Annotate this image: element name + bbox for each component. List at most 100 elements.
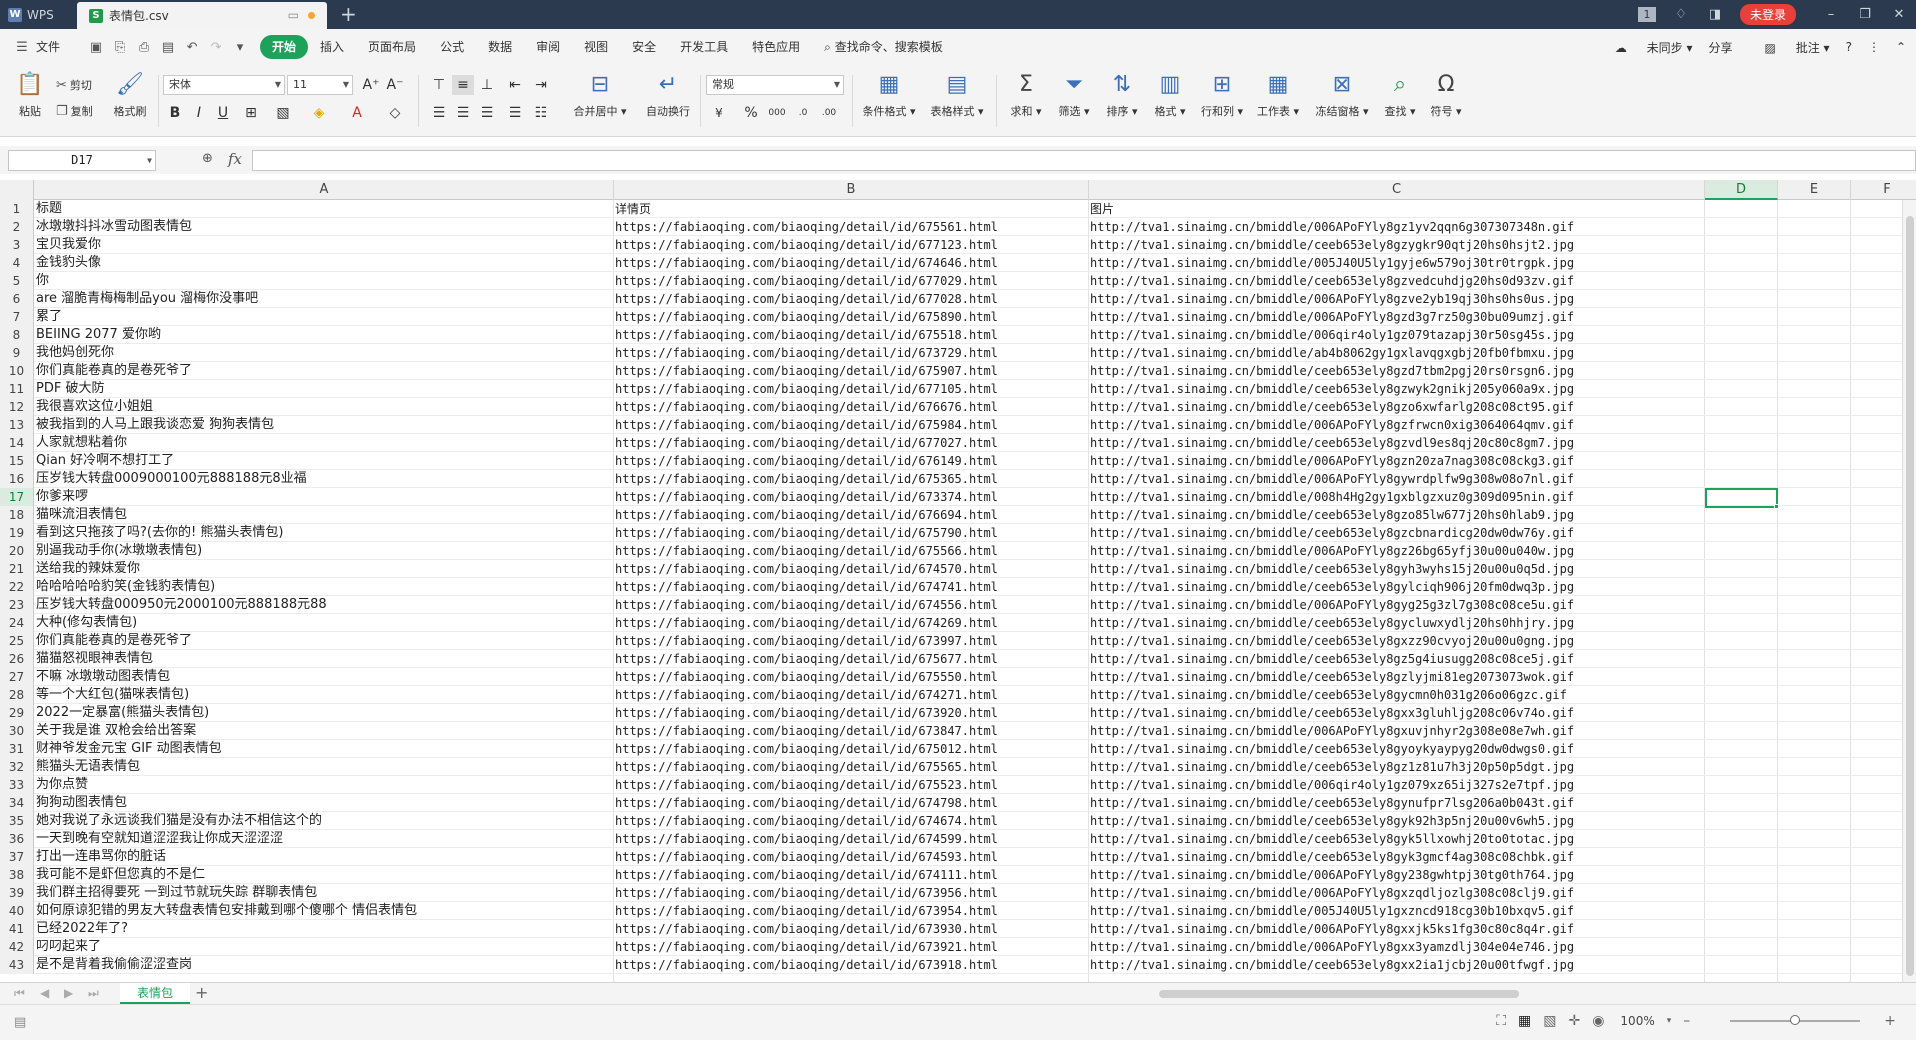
cell-a[interactable]: 她对我说了永远谈我们猫是没有办法不相信这个的 [35, 812, 613, 830]
cell-a[interactable]: 送给我的辣妹爱你 [35, 560, 613, 578]
cell-c[interactable]: http://tva1.sinaimg.cn/bmiddle/ceeb653el… [1089, 668, 1704, 686]
cell-a[interactable]: 压岁钱大转盘000950元2000100元888188元88 [35, 596, 613, 614]
cell-c[interactable]: http://tva1.sinaimg.cn/bmiddle/ceeb653el… [1089, 686, 1704, 704]
normal-view-icon[interactable]: ▦ [1518, 1013, 1531, 1029]
cell-c[interactable]: http://tva1.sinaimg.cn/bmiddle/ceeb653el… [1089, 434, 1704, 452]
row-header[interactable]: 42 [0, 938, 34, 956]
toggle-icon[interactable]: ◨ [1698, 7, 1732, 22]
cell-a[interactable]: Qian 好冷啊不想打工了 [35, 452, 613, 470]
cell-c[interactable]: http://tva1.sinaimg.cn/bmiddle/ceeb653el… [1089, 560, 1704, 578]
format-painter-button[interactable]: 🖌 格式刷 [108, 71, 152, 131]
number-format-select[interactable]: 常规 ▼ [706, 75, 844, 95]
cell-b[interactable]: https://fabiaoqing.com/biaoqing/detail/i… [614, 920, 1088, 938]
cell-a[interactable]: PDF 破大防 [35, 380, 613, 398]
cell-b[interactable]: https://fabiaoqing.com/biaoqing/detail/i… [614, 578, 1088, 596]
cell-b[interactable]: https://fabiaoqing.com/biaoqing/detail/i… [614, 776, 1088, 794]
font-color-icon[interactable]: A [346, 103, 368, 123]
row-header[interactable]: 35 [0, 812, 34, 830]
tab-view[interactable]: 视图 [572, 35, 620, 59]
sum-button[interactable]: Σ 求和 ▾ [1004, 71, 1048, 131]
find-button[interactable]: ⌕ 查找 ▾ [1378, 71, 1422, 131]
row-header[interactable]: 10 [0, 362, 34, 380]
help-icon[interactable]: ? [1846, 40, 1852, 54]
row-header[interactable]: 31 [0, 740, 34, 758]
cell-b[interactable]: 详情页 [614, 200, 1088, 218]
cell-b[interactable]: https://fabiaoqing.com/biaoqing/detail/i… [614, 668, 1088, 686]
row-header[interactable]: 32 [0, 758, 34, 776]
clear-icon[interactable]: ◇ [384, 103, 406, 123]
skin-icon[interactable]: ♢ [1664, 7, 1698, 22]
row-header[interactable]: 21 [0, 560, 34, 578]
zoom-level[interactable]: 100% [1620, 1014, 1654, 1028]
row-header[interactable]: 13 [0, 416, 34, 434]
cell-a[interactable]: 你们真能卷真的是卷死爷了 [35, 362, 613, 380]
decrease-font-icon[interactable]: A⁻ [384, 75, 406, 95]
currency-icon[interactable]: ¥ [708, 103, 730, 123]
row-header[interactable]: 24 [0, 614, 34, 632]
row-header[interactable]: 5 [0, 272, 34, 290]
page-break-view-icon[interactable]: ▧ [1543, 1013, 1556, 1029]
thousands-icon[interactable]: 000 [766, 103, 788, 123]
menu-file[interactable]: 文件 [34, 35, 72, 59]
cell-b[interactable]: https://fabiaoqing.com/biaoqing/detail/i… [614, 632, 1088, 650]
cell-a[interactable]: 为你点赞 [35, 776, 613, 794]
percent-icon[interactable]: % [740, 103, 762, 123]
increase-font-icon[interactable]: A⁺ [360, 75, 382, 95]
row-col-button[interactable]: ⊞ 行和列 ▾ [1196, 71, 1248, 131]
align-middle-icon[interactable]: ≡ [452, 75, 474, 95]
cell-a[interactable]: 大种(修勾表情包) [35, 614, 613, 632]
increase-decimal-icon[interactable]: .0 [792, 103, 814, 123]
row-header[interactable]: 1 [0, 200, 34, 218]
formula-input[interactable] [252, 150, 1916, 171]
format-button[interactable]: ▥ 格式 ▾ [1148, 71, 1192, 131]
cell-b[interactable]: https://fabiaoqing.com/biaoqing/detail/i… [614, 614, 1088, 632]
cell-c[interactable]: http://tva1.sinaimg.cn/bmiddle/ceeb653el… [1089, 398, 1704, 416]
cut-button[interactable]: ✂ 剪切 [56, 77, 92, 93]
horizontal-scrollbar[interactable] [1145, 987, 1885, 1001]
row-header[interactable]: 16 [0, 470, 34, 488]
align-right-icon[interactable]: ☰ [476, 103, 498, 123]
select-all-corner[interactable] [0, 180, 34, 200]
cell-c[interactable]: http://tva1.sinaimg.cn/bmiddle/008h4Hg2g… [1089, 488, 1704, 506]
cell-c[interactable]: http://tva1.sinaimg.cn/bmiddle/ceeb653el… [1089, 380, 1704, 398]
cell-a[interactable]: 你 [35, 272, 613, 290]
row-header[interactable]: 2 [0, 218, 34, 236]
cell-c[interactable]: http://tva1.sinaimg.cn/bmiddle/006APoFYl… [1089, 884, 1704, 902]
distributed-icon[interactable]: ☷ [530, 103, 552, 123]
symbol-button[interactable]: Ω 符号 ▾ [1424, 71, 1468, 131]
fill-color-icon[interactable]: ◈ [308, 103, 330, 123]
cell-b[interactable]: https://fabiaoqing.com/biaoqing/detail/i… [614, 686, 1088, 704]
align-top-icon[interactable]: ⊤ [428, 75, 450, 95]
decrease-decimal-icon[interactable]: .00 [818, 103, 840, 123]
cell-b[interactable]: https://fabiaoqing.com/biaoqing/detail/i… [614, 236, 1088, 254]
cell-b[interactable]: https://fabiaoqing.com/biaoqing/detail/i… [614, 326, 1088, 344]
cell-a[interactable]: 是不是背着我偷偷涩涩查岗 [35, 956, 613, 974]
row-header[interactable]: 33 [0, 776, 34, 794]
cell-a[interactable]: BEIING 2077 爱你哟 [35, 326, 613, 344]
row-header[interactable]: 43 [0, 956, 34, 974]
tab-page-layout[interactable]: 页面布局 [356, 35, 428, 59]
bold-icon[interactable]: B [164, 103, 186, 123]
cell-b[interactable]: https://fabiaoqing.com/biaoqing/detail/i… [614, 740, 1088, 758]
cell-a[interactable]: are 溜脆青梅梅制品you 溜梅你没事吧 [35, 290, 613, 308]
cell-c[interactable]: http://tva1.sinaimg.cn/bmiddle/ceeb653el… [1089, 650, 1704, 668]
fill-handle[interactable] [1774, 504, 1779, 509]
align-bottom-icon[interactable]: ⊥ [476, 75, 498, 95]
table-style-button[interactable]: ▤ 表格样式 ▾ [926, 71, 988, 131]
first-sheet-icon[interactable]: ⏮ [14, 986, 25, 1001]
more-icon[interactable]: ⋮ [1868, 40, 1880, 54]
cell-c[interactable]: http://tva1.sinaimg.cn/bmiddle/006APoFYl… [1089, 938, 1704, 956]
cell-c[interactable]: http://tva1.sinaimg.cn/bmiddle/ceeb653el… [1089, 848, 1704, 866]
row-header[interactable]: 37 [0, 848, 34, 866]
column-header-a[interactable]: A [35, 180, 614, 200]
cell-b[interactable]: https://fabiaoqing.com/biaoqing/detail/i… [614, 866, 1088, 884]
cell-b[interactable]: https://fabiaoqing.com/biaoqing/detail/i… [614, 416, 1088, 434]
cell-b[interactable]: https://fabiaoqing.com/biaoqing/detail/i… [614, 290, 1088, 308]
row-header[interactable]: 12 [0, 398, 34, 416]
window-count-badge[interactable]: 1 [1637, 7, 1656, 22]
row-header[interactable]: 4 [0, 254, 34, 272]
cell-a[interactable]: 叼叼起来了 [35, 938, 613, 956]
eye-protection-icon[interactable]: ◉ [1592, 1013, 1604, 1029]
undo-icon[interactable]: ↶ [180, 40, 204, 55]
cell-c[interactable]: http://tva1.sinaimg.cn/bmiddle/ceeb653el… [1089, 758, 1704, 776]
